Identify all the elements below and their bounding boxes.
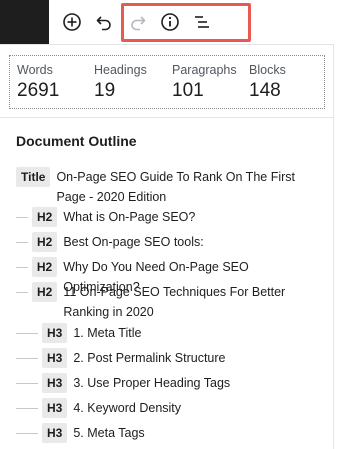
outline-item-text: 11 On-Page SEO Techniques For Better Ran…: [63, 285, 286, 319]
outline-item-h2[interactable]: H2 Best On-page SEO tools:: [16, 232, 316, 252]
outline-item-text: On-Page SEO Guide To Rank On The First P…: [56, 170, 295, 204]
stat-label: Blocks: [249, 63, 286, 77]
level-badge: H3: [42, 423, 68, 443]
outline-connector: [16, 267, 28, 268]
outline-connector: [16, 217, 28, 218]
outline-item-h3[interactable]: H3 4. Keyword Density: [16, 398, 316, 418]
add-block-button[interactable]: [58, 8, 86, 36]
outline-item-text: 4. Keyword Density: [73, 401, 182, 415]
stat-label: Words: [17, 63, 53, 77]
stat-blocks: Blocks 148: [249, 62, 286, 103]
outline-item-text: 2. Post Permalink Structure: [73, 351, 226, 365]
outline-connector: [16, 433, 38, 434]
stat-words: Words 2691: [17, 62, 59, 103]
toolbar-dark-edge: [0, 0, 49, 44]
level-badge: H3: [42, 373, 68, 393]
level-badge: H3: [42, 398, 68, 418]
level-badge: H2: [31, 257, 58, 277]
outline-connector: [16, 408, 38, 409]
undo-icon: [96, 16, 111, 31]
document-stats: Words 2691 Headings 19 Paragraphs 101 Bl…: [9, 55, 325, 109]
level-badge: Title: [16, 167, 51, 187]
undo-button[interactable]: [90, 8, 118, 36]
stat-value: 19: [94, 80, 116, 101]
editor-toolbar: [0, 0, 349, 44]
outline-item-h3[interactable]: H3 5. Meta Tags: [16, 423, 316, 443]
outline-item-h3[interactable]: H3 2. Post Permalink Structure: [16, 348, 316, 368]
outline-item-h2[interactable]: H2 11 On-Page SEO Techniques For Better …: [16, 282, 316, 322]
stat-headings: Headings 19: [94, 62, 147, 103]
outline-connector: [16, 383, 38, 384]
outline-connector: [16, 333, 38, 334]
panel-divider: [0, 117, 334, 118]
stat-label: Headings: [94, 63, 147, 77]
outline-item-text: Best On-page SEO tools:: [63, 235, 204, 249]
outline-heading: Document Outline: [16, 133, 137, 149]
outline-item-h3[interactable]: H3 1. Meta Title: [16, 323, 316, 343]
toolbar-highlight-box: [121, 3, 251, 42]
plus-circle-icon: [63, 13, 81, 31]
outline-item-text: 3. Use Proper Heading Tags: [73, 376, 231, 390]
stat-paragraphs: Paragraphs 101: [172, 62, 237, 103]
outline-connector: [16, 358, 38, 359]
level-badge: H2: [32, 207, 58, 227]
level-badge: H3: [42, 323, 68, 343]
stat-value: 2691: [17, 80, 60, 101]
level-badge: H2: [32, 232, 58, 252]
stat-value: 148: [249, 80, 281, 101]
outline-connector: [16, 242, 28, 243]
level-badge: H3: [42, 348, 68, 368]
outline-item-h2[interactable]: H2 What is On-Page SEO?: [16, 207, 316, 227]
outline-connector: [16, 292, 28, 293]
level-badge: H2: [32, 282, 58, 302]
outline-item-text: 1. Meta Title: [73, 326, 142, 340]
document-info-panel: Words 2691 Headings 19 Paragraphs 101 Bl…: [0, 44, 334, 449]
outline-item-text: 5. Meta Tags: [73, 426, 145, 440]
stat-value: 101: [172, 80, 204, 101]
outline-item-title[interactable]: Title On-Page SEO Guide To Rank On The F…: [16, 167, 316, 207]
stat-label: Paragraphs: [172, 63, 237, 77]
outline-item-text: What is On-Page SEO?: [63, 210, 196, 224]
outline-item-h3[interactable]: H3 3. Use Proper Heading Tags: [16, 373, 316, 393]
